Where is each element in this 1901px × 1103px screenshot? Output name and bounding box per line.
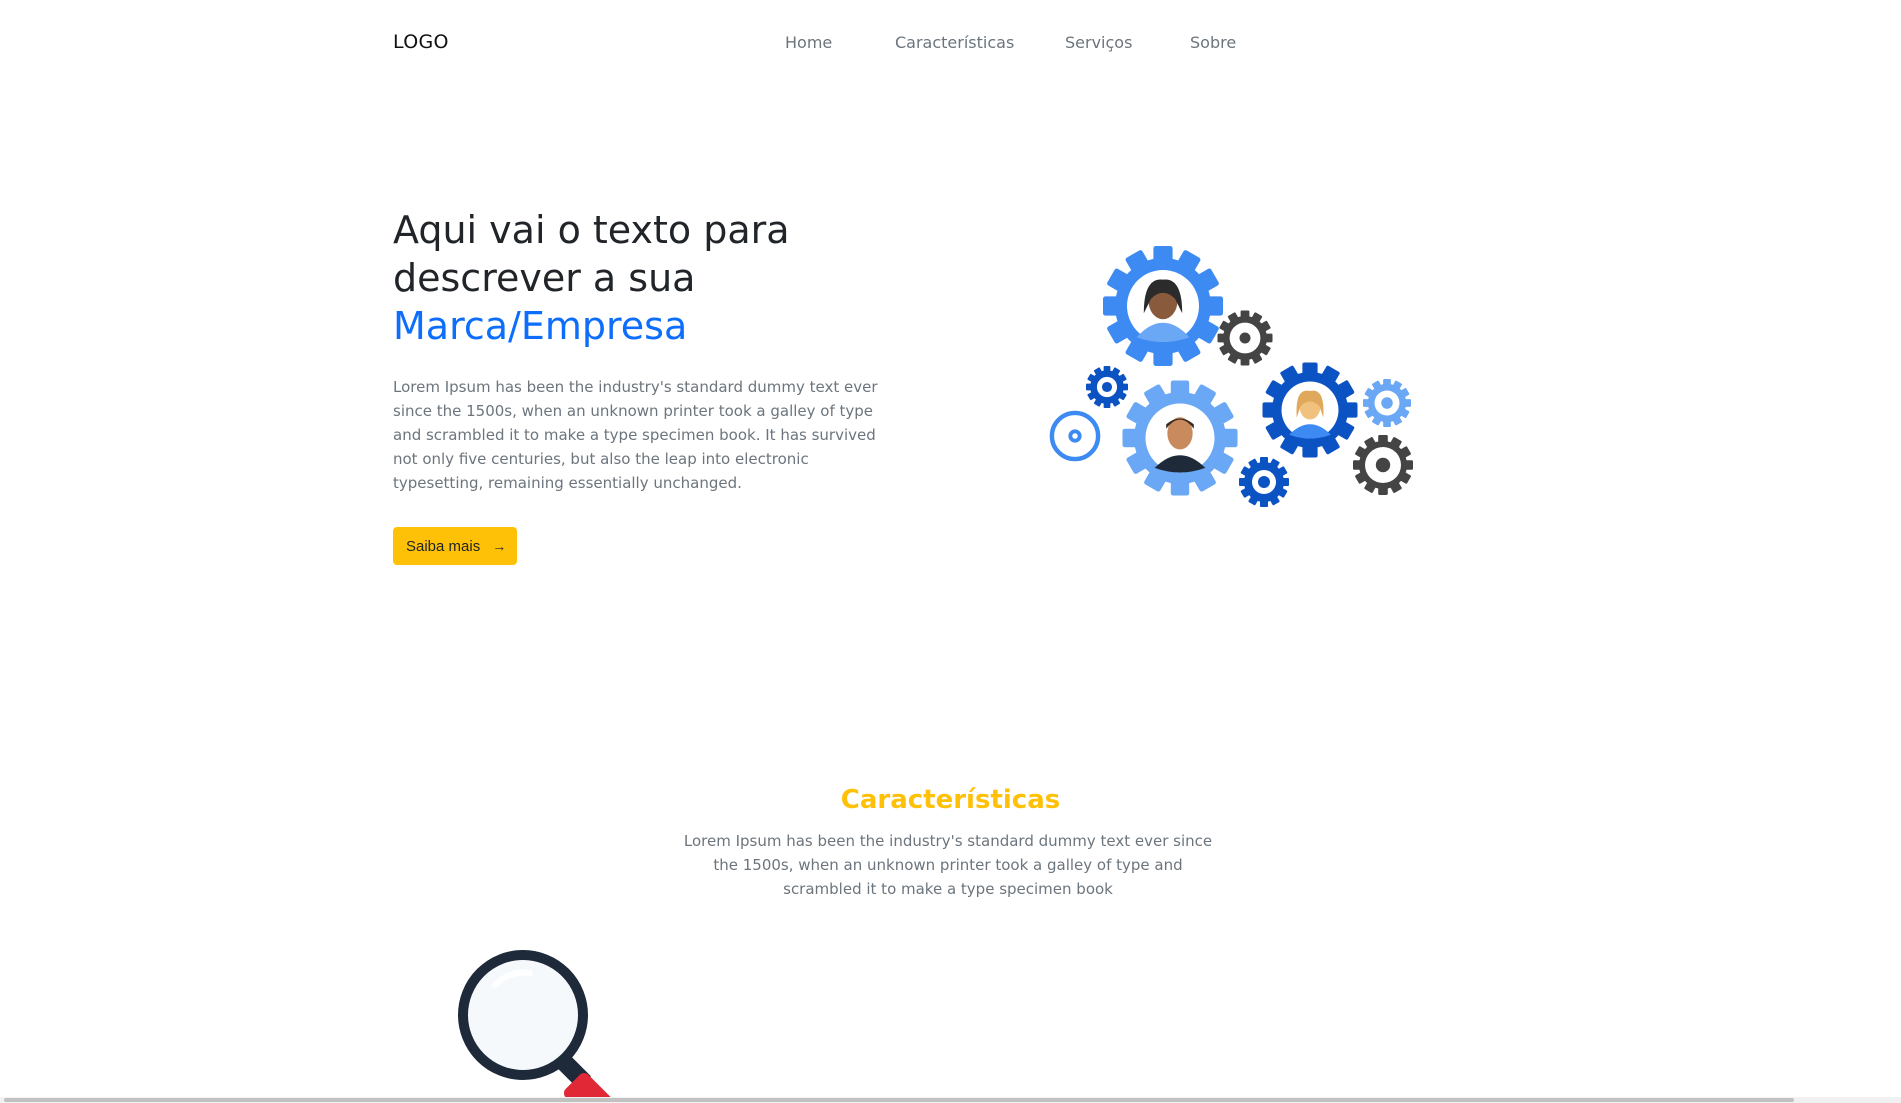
nav-item-servicos[interactable]: Serviços	[1065, 33, 1132, 52]
gear-person-blonde-icon	[1262, 362, 1358, 458]
gear-gray-icon	[1217, 310, 1273, 366]
team-gears-illustration	[1049, 246, 1413, 507]
hero-paragraph: Lorem Ipsum has been the industry's stan…	[393, 378, 878, 492]
hero-title-line-1: Aqui vai o texto para	[393, 208, 790, 252]
arrow-right-icon: →	[492, 538, 507, 554]
scrollbar-thumb[interactable]	[4, 1098, 1794, 1102]
hero-title-line-2: descrever a sua	[393, 256, 696, 300]
magnifier-icon	[458, 950, 625, 1098]
features-title: Características	[840, 785, 1061, 815]
features-paragraph: Lorem Ipsum has been the industry's stan…	[683, 832, 1213, 898]
nav-item-caracteristicas[interactable]: Características	[895, 33, 1014, 52]
nav-menu: Home Características Serviços Sobre	[0, 33, 1901, 57]
gear-gray-large-icon	[1353, 435, 1413, 495]
hero-title: Aqui vai o texto para descrever a sua Ma…	[393, 206, 913, 350]
top-navbar: LOGO Home Características Serviços Sobre	[0, 0, 1901, 88]
nav-item-sobre[interactable]: Sobre	[1190, 33, 1236, 52]
gear-light-icon	[1363, 379, 1411, 427]
saiba-mais-button[interactable]: Saiba mais →	[393, 527, 517, 565]
nav-item-home[interactable]: Home	[785, 33, 832, 52]
gear-ring-icon	[1049, 410, 1101, 462]
hero-title-brand: Marca/Empresa	[393, 304, 688, 348]
saiba-mais-label: Saiba mais	[406, 537, 481, 555]
horizontal-scrollbar[interactable]	[0, 1097, 1901, 1103]
gear-person-man-icon	[1122, 380, 1238, 496]
gear-dark-blue-small-icon	[1239, 457, 1289, 507]
gear-person-woman-icon	[1103, 246, 1223, 366]
gear-dark-blue-icon	[1086, 366, 1128, 408]
